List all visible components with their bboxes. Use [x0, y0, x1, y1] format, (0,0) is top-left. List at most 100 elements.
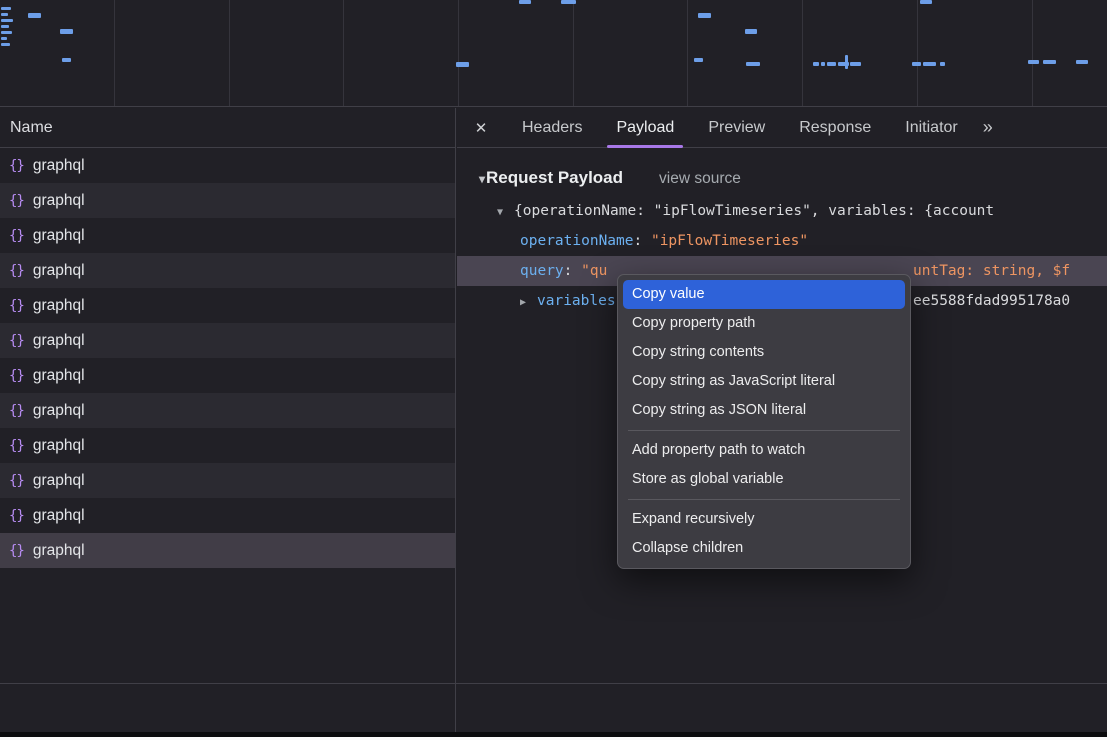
tab-headers[interactable]: Headers: [505, 108, 599, 148]
property-key: operationName: [520, 233, 634, 249]
overview-bar: [1, 13, 8, 16]
context-menu: Copy value Copy property path Copy strin…: [617, 274, 911, 569]
overview-bar: [62, 58, 71, 62]
overview-gridline: [573, 0, 574, 106]
overview-gridline: [343, 0, 344, 106]
view-source-link[interactable]: view source: [659, 170, 741, 188]
overview-bar: [1, 7, 11, 10]
overview-bar: [1, 31, 12, 34]
tree-row-root[interactable]: ▼{operationName: "ipFlowTimeseries", var…: [457, 196, 1107, 226]
overview-bar: [920, 0, 932, 4]
request-name: graphql: [33, 332, 85, 350]
requests-panel: Name {} graphql {} graphql {} graphql {} gra…: [0, 108, 456, 737]
tab-initiator[interactable]: Initiator: [888, 108, 974, 148]
request-name: graphql: [33, 472, 85, 490]
json-icon: {}: [9, 158, 24, 174]
request-name: graphql: [33, 437, 85, 455]
overview-bar: [456, 62, 469, 67]
tab-payload[interactable]: Payload: [599, 108, 691, 148]
request-row[interactable]: {}graphql: [0, 218, 455, 253]
overview-gridline: [687, 0, 688, 106]
request-row[interactable]: {} graphql: [0, 358, 455, 393]
network-overview[interactable]: [0, 0, 1107, 107]
menu-item-collapse-children[interactable]: Collapse children: [618, 534, 910, 563]
menu-item-expand-recursively[interactable]: Expand recursively: [618, 505, 910, 534]
more-tabs-icon[interactable]: »: [983, 117, 993, 138]
close-icon[interactable]: ✕: [457, 119, 505, 137]
overview-bar: [698, 13, 711, 18]
json-icon: {}: [9, 263, 24, 279]
property-value: "ipFlowTimeseries": [651, 233, 808, 249]
menu-item-copy-json-literal[interactable]: Copy string as JSON literal: [618, 396, 910, 425]
menu-item-copy-property-path[interactable]: Copy property path: [618, 309, 910, 338]
request-payload-section: ▾ Request Payload view source: [457, 148, 1107, 196]
request-row[interactable]: {}graphql: [0, 148, 455, 183]
request-row[interactable]: {} graphql: [0, 183, 455, 218]
property-key: query: [520, 263, 564, 279]
overview-bar: [845, 55, 848, 69]
overview-bar: [850, 62, 861, 66]
overview-bar: [940, 62, 945, 66]
tab-response[interactable]: Response: [782, 108, 888, 148]
menu-item-store-global[interactable]: Store as global variable: [618, 465, 910, 494]
request-list: {}graphql {}graphql {}graphql {}graphql …: [0, 148, 455, 568]
request-row[interactable]: {}graphql: [0, 253, 455, 288]
window-bottom-edge: [0, 732, 1107, 737]
request-row[interactable]: {}graphql: [0, 498, 455, 533]
request-name: graphql: [33, 192, 85, 210]
detail-tabbar: ✕ Headers Payload Preview Response Initi…: [457, 108, 1107, 148]
menu-item-copy-string-contents[interactable]: Copy string contents: [618, 338, 910, 367]
tab-preview[interactable]: Preview: [691, 108, 782, 148]
overview-bar: [519, 0, 531, 4]
section-disclosure-icon[interactable]: ▾: [479, 172, 485, 186]
request-row[interactable]: {}graphql: [0, 428, 455, 463]
menu-separator: [628, 499, 900, 500]
menu-separator: [628, 430, 900, 431]
overview-bar: [912, 62, 921, 66]
overview-bar: [821, 62, 825, 66]
json-icon: {}: [9, 193, 24, 209]
overview-gridline: [917, 0, 918, 106]
overview-bar: [1028, 60, 1039, 64]
section-title: Request Payload: [486, 168, 623, 188]
overview-bar: [1, 37, 7, 40]
json-icon: {}: [9, 333, 24, 349]
overview-bar: [746, 62, 760, 66]
name-column-label: Name: [10, 119, 53, 136]
collapse-triangle-icon[interactable]: ▼: [497, 198, 514, 226]
name-column-header[interactable]: Name: [0, 108, 455, 148]
menu-item-copy-value[interactable]: Copy value: [623, 280, 905, 309]
root-preview: {operationName: "ipFlowTimeseries", vari…: [514, 203, 994, 219]
json-icon: {}: [9, 473, 24, 489]
request-row-selected[interactable]: {}graphql: [0, 533, 455, 568]
menu-item-copy-js-literal[interactable]: Copy string as JavaScript literal: [618, 367, 910, 396]
property-key: variables: [537, 293, 616, 309]
request-name: graphql: [33, 542, 85, 560]
json-icon: {}: [9, 298, 24, 314]
tree-row-operation-name[interactable]: operationName: "ipFlowTimeseries": [457, 226, 1107, 256]
overview-gridline: [229, 0, 230, 106]
variables-visible-end: ee5588fdad995178a0: [913, 286, 1070, 316]
json-icon: {}: [9, 403, 24, 419]
menu-item-add-watch[interactable]: Add property path to watch: [618, 436, 910, 465]
overview-bar: [1043, 60, 1056, 64]
status-bar-divider: [0, 683, 1107, 684]
overview-gridline: [1032, 0, 1033, 106]
devtools-window: Name {} graphql {} graphql {} graphql {} gra…: [0, 0, 1107, 737]
request-row[interactable]: {} graphql: [0, 393, 455, 428]
expand-triangle-icon[interactable]: ▶: [520, 288, 537, 316]
request-name: graphql: [33, 402, 85, 420]
overview-bar: [745, 29, 757, 34]
json-icon: {}: [9, 368, 24, 384]
request-row[interactable]: {} graphql: [0, 463, 455, 498]
overview-bar: [827, 62, 836, 66]
request-row[interactable]: {} graphql: [0, 323, 455, 358]
property-value-end: untTag: string, $f: [913, 256, 1070, 286]
overview-gridline: [458, 0, 459, 106]
request-name: graphql: [33, 367, 85, 385]
overview-bar: [1076, 60, 1088, 64]
request-row[interactable]: {}graphql: [0, 288, 455, 323]
overview-bar: [813, 62, 819, 66]
overview-bar: [60, 29, 73, 34]
overview-gridline: [802, 0, 803, 106]
